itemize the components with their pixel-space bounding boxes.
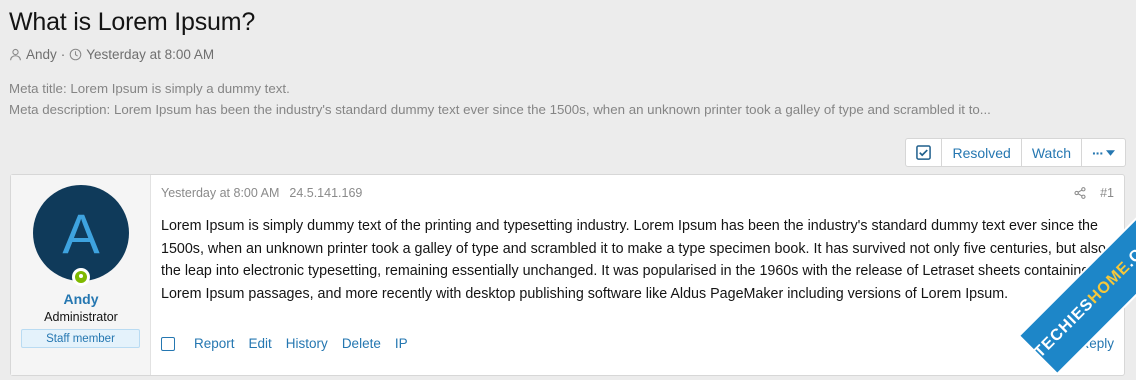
user-title: Administrator [44, 310, 118, 324]
checkbox-checked-icon [916, 145, 932, 160]
watch-button[interactable]: Watch [1020, 139, 1081, 166]
avatar[interactable]: A [33, 185, 129, 281]
meta-info: Meta title: Lorem Ipsum is simply a dumm… [9, 78, 1126, 120]
user-info-cell: A Andy Administrator Staff member [11, 175, 151, 375]
ip-link[interactable]: IP [395, 336, 408, 351]
avatar-letter: A [62, 201, 100, 265]
edit-link[interactable]: Edit [249, 336, 272, 351]
user-name[interactable]: Andy [11, 291, 151, 307]
post-attribution: Yesterday at 8:00 AM 24.5.141.169 #1 [161, 186, 1114, 200]
clock-icon [69, 48, 82, 61]
post-date[interactable]: Yesterday at 8:00 AM [161, 186, 279, 200]
select-post-checkbox[interactable] [161, 336, 175, 351]
online-status-indicator [72, 268, 90, 286]
thread-title: What is Lorem Ipsum? [9, 8, 256, 36]
more-dots-icon: ··· [1092, 144, 1104, 161]
select-thread-button[interactable] [906, 139, 941, 166]
staff-badge: Staff member [21, 329, 140, 348]
post-content: Yesterday at 8:00 AM 24.5.141.169 #1 Lor… [161, 175, 1124, 375]
post-ip: 24.5.141.169 [289, 186, 363, 200]
resolved-button[interactable]: Resolved [941, 139, 1020, 166]
delete-link[interactable]: Delete [342, 336, 381, 351]
post-footer: Report Edit History Delete IP Reply [161, 336, 1114, 351]
thread-meta: Andy · Yesterday at 8:00 AM [9, 47, 1126, 62]
post-body: Lorem Ipsum is simply dummy text of the … [161, 218, 1106, 302]
meta-separator: · [60, 47, 66, 62]
thread-actions: Resolved Watch ··· [905, 138, 1126, 167]
meta-description: Meta description: Lorem Ipsum has been t… [9, 102, 991, 117]
thread-author[interactable]: Andy [26, 47, 57, 62]
post-number[interactable]: #1 [1100, 186, 1114, 200]
online-icon [75, 271, 87, 283]
caret-down-icon [1106, 149, 1115, 156]
report-link[interactable]: Report [194, 336, 235, 351]
meta-title: Meta title: Lorem Ipsum is simply a dumm… [9, 81, 290, 96]
thread-date[interactable]: Yesterday at 8:00 AM [86, 47, 214, 62]
history-link[interactable]: History [286, 336, 328, 351]
thread-header: What is Lorem Ipsum? Andy · Yesterday at… [9, 8, 1126, 62]
share-icon[interactable] [1074, 187, 1086, 199]
user-icon [10, 48, 21, 61]
post: A Andy Administrator Staff member Yester… [10, 174, 1125, 376]
more-options-button[interactable]: ··· [1081, 139, 1125, 166]
